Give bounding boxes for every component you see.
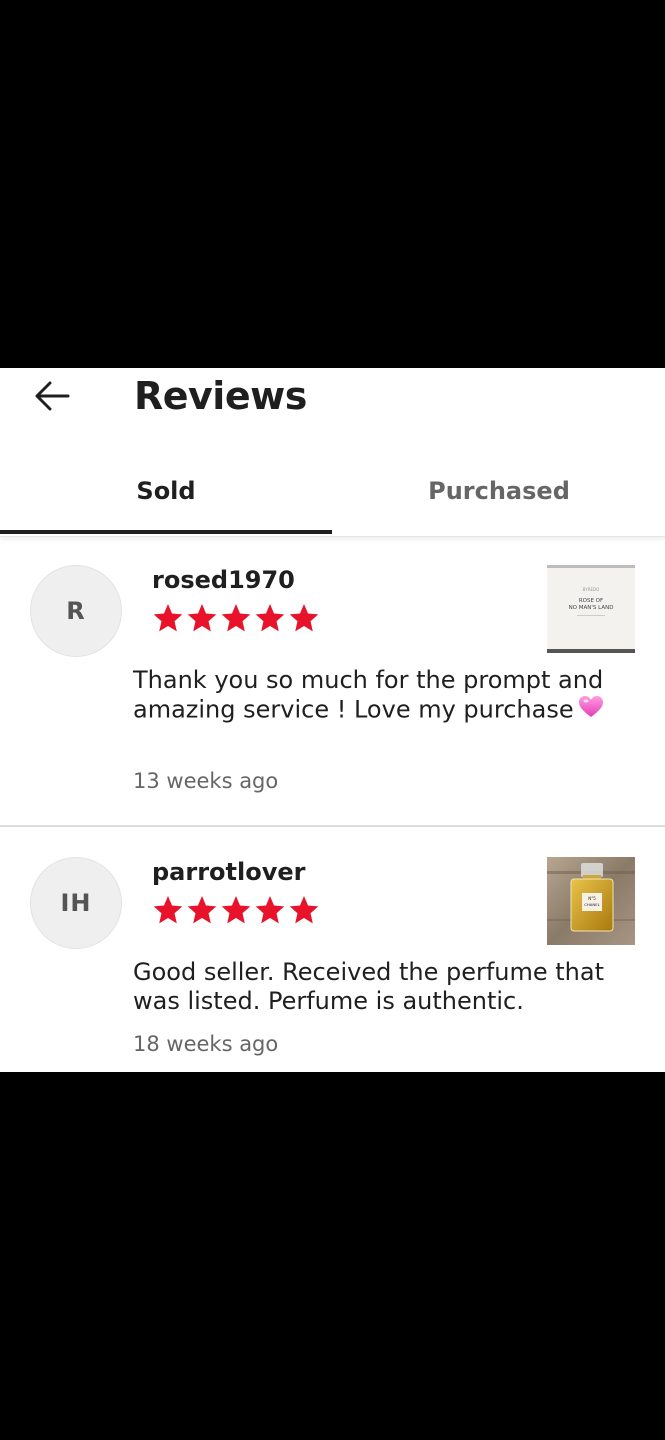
active-tab-indicator <box>0 530 332 534</box>
perfume-bottle-image: N°5 CHANEL <box>547 857 635 945</box>
review-comment: Thank you so much for the prompt and ama… <box>133 666 633 726</box>
product-thumbnail[interactable]: BYREDO ROSE OF NO MAN'S LAND <box>547 565 635 653</box>
star-icon <box>220 602 252 634</box>
pink-heart-icon <box>578 695 604 726</box>
svg-text:NO MAN'S LAND: NO MAN'S LAND <box>569 605 614 611</box>
star-icon <box>186 602 218 634</box>
svg-text:CHANEL: CHANEL <box>584 902 600 907</box>
product-thumbnail[interactable]: N°5 CHANEL <box>547 857 635 945</box>
svg-text:ROSE OF: ROSE OF <box>579 598 603 604</box>
star-icon <box>152 602 184 634</box>
perfume-box-image: BYREDO ROSE OF NO MAN'S LAND <box>547 565 635 653</box>
review-divider <box>0 825 665 827</box>
star-icon <box>288 602 320 634</box>
reviews-screen: Reviews Sold Purchased R rosed1970 BYRED… <box>0 368 665 1072</box>
star-icon <box>220 894 252 926</box>
back-button[interactable] <box>28 374 76 418</box>
svg-text:BYREDO: BYREDO <box>583 587 600 592</box>
avatar[interactable]: R <box>30 565 122 657</box>
reviewer-username[interactable]: parrotlover <box>152 858 305 886</box>
star-icon <box>254 894 286 926</box>
avatar[interactable]: IH <box>30 857 122 949</box>
star-icon <box>254 602 286 634</box>
rating-stars <box>152 602 320 634</box>
star-icon <box>288 894 320 926</box>
review-date: 13 weeks ago <box>133 769 279 793</box>
back-arrow-icon <box>35 381 70 411</box>
tab-sold[interactable]: Sold <box>0 462 332 534</box>
review-text: Thank you so much for the prompt and ama… <box>133 666 604 724</box>
review-comment: Good seller. Received the perfume that w… <box>133 958 604 1015</box>
review-date: 18 weeks ago <box>133 1032 279 1056</box>
svg-text:N°5: N°5 <box>588 896 596 901</box>
star-icon <box>152 894 184 926</box>
rating-stars <box>152 894 320 926</box>
tab-bar: Sold Purchased <box>0 462 665 537</box>
header: Reviews <box>0 368 665 428</box>
page-title: Reviews <box>134 374 307 418</box>
star-icon <box>186 894 218 926</box>
reviewer-username[interactable]: rosed1970 <box>152 566 295 594</box>
tab-purchased[interactable]: Purchased <box>333 462 665 534</box>
